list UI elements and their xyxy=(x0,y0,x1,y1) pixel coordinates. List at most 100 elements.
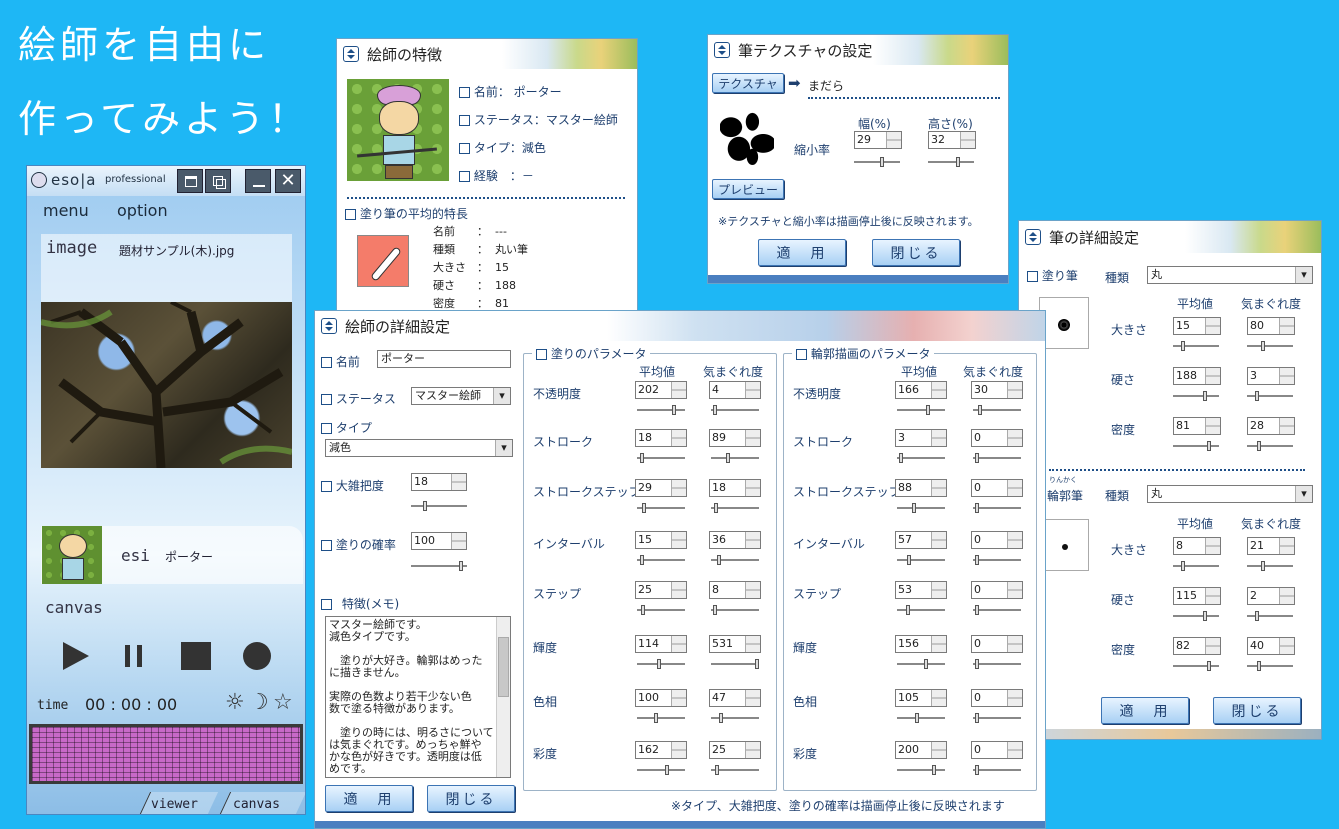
slider-thumb[interactable] xyxy=(975,605,979,615)
slider-thumb[interactable] xyxy=(1181,561,1185,571)
collapse-icon[interactable] xyxy=(714,42,730,58)
type-checkbox[interactable] xyxy=(459,143,470,154)
slider-thumb[interactable] xyxy=(1257,661,1261,671)
param-avg-input[interactable]: 100 xyxy=(635,689,687,707)
slider-thumb[interactable] xyxy=(975,659,979,669)
param-slider[interactable] xyxy=(973,555,1021,565)
name-checkbox[interactable] xyxy=(321,357,332,368)
detail-status-select[interactable]: マスター絵師 xyxy=(411,387,511,405)
outline-kind-select[interactable]: 丸 xyxy=(1147,485,1313,503)
slider-thumb[interactable] xyxy=(641,605,645,615)
param-avg-input[interactable]: 166 xyxy=(895,381,947,399)
param-var-input[interactable]: 47 xyxy=(709,689,761,707)
param-slider[interactable] xyxy=(897,405,945,415)
slider-thumb[interactable] xyxy=(665,765,669,775)
paint-prob-input[interactable]: 100 xyxy=(411,532,467,550)
param-var-input[interactable]: 30 xyxy=(971,381,1023,399)
status-checkbox[interactable] xyxy=(321,394,332,405)
slider-thumb[interactable] xyxy=(915,713,919,723)
texture-apply-button[interactable]: 適 用 xyxy=(758,239,846,266)
param-var-input[interactable]: 0 xyxy=(971,635,1023,653)
texture-width-slider[interactable] xyxy=(854,157,900,167)
detail-apply-button[interactable]: 適 用 xyxy=(325,785,413,812)
slider-thumb[interactable] xyxy=(1255,391,1259,401)
tab-canvas-label[interactable]: canvas xyxy=(233,797,280,812)
texture-close-button[interactable]: 閉じる xyxy=(872,239,960,266)
brush-var-input[interactable]: 80 xyxy=(1247,317,1295,335)
texture-height-input[interactable]: 32 xyxy=(928,131,976,149)
slider-thumb[interactable] xyxy=(956,157,960,167)
param-avg-input[interactable]: 25 xyxy=(635,581,687,599)
param-slider[interactable] xyxy=(1173,661,1219,671)
slider-thumb[interactable] xyxy=(907,555,911,565)
detail-name-input[interactable]: ポーター xyxy=(377,350,511,368)
slider-thumb[interactable] xyxy=(1203,391,1207,401)
preview-button[interactable]: プレビュー xyxy=(712,179,784,199)
param-avg-input[interactable]: 53 xyxy=(895,581,947,599)
slider-thumb[interactable] xyxy=(715,765,719,775)
param-avg-input[interactable]: 202 xyxy=(635,381,687,399)
param-avg-input[interactable]: 162 xyxy=(635,741,687,759)
menu-item-option[interactable]: option xyxy=(117,201,168,220)
status-checkbox[interactable] xyxy=(459,115,470,126)
param-var-input[interactable]: 531 xyxy=(709,635,761,653)
param-var-input[interactable]: 89 xyxy=(709,429,761,447)
param-slider[interactable] xyxy=(1247,661,1293,671)
roughness-slider[interactable] xyxy=(411,501,467,511)
param-slider[interactable] xyxy=(973,765,1021,775)
brush-avg-input[interactable]: 82 xyxy=(1173,637,1221,655)
slider-thumb[interactable] xyxy=(640,555,644,565)
param-avg-input[interactable]: 15 xyxy=(635,531,687,549)
tab-viewer-label[interactable]: viewer xyxy=(151,797,198,812)
record-button[interactable] xyxy=(243,642,271,670)
slider-thumb[interactable] xyxy=(672,405,676,415)
brush-var-input[interactable]: 2 xyxy=(1247,587,1295,605)
param-slider[interactable] xyxy=(1173,561,1219,571)
memo-scrollbar[interactable] xyxy=(496,617,510,777)
play-button[interactable] xyxy=(63,642,89,670)
slider-thumb[interactable] xyxy=(1207,441,1211,451)
param-var-input[interactable]: 0 xyxy=(971,581,1023,599)
param-var-input[interactable]: 0 xyxy=(971,741,1023,759)
slider-thumb[interactable] xyxy=(755,659,759,669)
brush-var-input[interactable]: 28 xyxy=(1247,417,1295,435)
param-slider[interactable] xyxy=(897,453,945,463)
paint-params-checkbox[interactable] xyxy=(536,349,547,360)
param-slider[interactable] xyxy=(711,453,759,463)
slider-thumb[interactable] xyxy=(642,503,646,513)
texture-height-slider[interactable] xyxy=(928,157,974,167)
slider-thumb[interactable] xyxy=(657,659,661,669)
param-slider[interactable] xyxy=(897,659,945,669)
param-slider[interactable] xyxy=(1247,561,1293,571)
param-var-input[interactable]: 8 xyxy=(709,581,761,599)
param-var-input[interactable]: 4 xyxy=(709,381,761,399)
param-slider[interactable] xyxy=(711,605,759,615)
name-checkbox[interactable] xyxy=(459,87,470,98)
slider-thumb[interactable] xyxy=(1261,341,1265,351)
brush-avg-input[interactable]: 188 xyxy=(1173,367,1221,385)
param-slider[interactable] xyxy=(897,713,945,723)
slider-thumb[interactable] xyxy=(726,453,730,463)
slider-thumb[interactable] xyxy=(912,503,916,513)
param-slider[interactable] xyxy=(711,555,759,565)
param-slider[interactable] xyxy=(1173,391,1219,401)
param-slider[interactable] xyxy=(897,555,945,565)
close-button[interactable]: ✕ xyxy=(275,169,301,193)
slider-thumb[interactable] xyxy=(975,713,979,723)
param-slider[interactable] xyxy=(1247,341,1293,351)
param-slider[interactable] xyxy=(897,765,945,775)
pause-button[interactable] xyxy=(125,645,145,667)
brush-avg-input[interactable]: 115 xyxy=(1173,587,1221,605)
slider-thumb[interactable] xyxy=(654,713,658,723)
slider-thumb[interactable] xyxy=(1261,561,1265,571)
layout-button[interactable] xyxy=(177,169,203,193)
slider-thumb[interactable] xyxy=(713,405,717,415)
param-slider[interactable] xyxy=(897,605,945,615)
param-slider[interactable] xyxy=(637,713,685,723)
paint-kind-select[interactable]: 丸 xyxy=(1147,266,1313,284)
param-slider[interactable] xyxy=(1247,611,1293,621)
param-slider[interactable] xyxy=(973,605,1021,615)
param-var-input[interactable]: 0 xyxy=(971,689,1023,707)
paint-prob-checkbox[interactable] xyxy=(321,540,332,551)
param-slider[interactable] xyxy=(973,659,1021,669)
